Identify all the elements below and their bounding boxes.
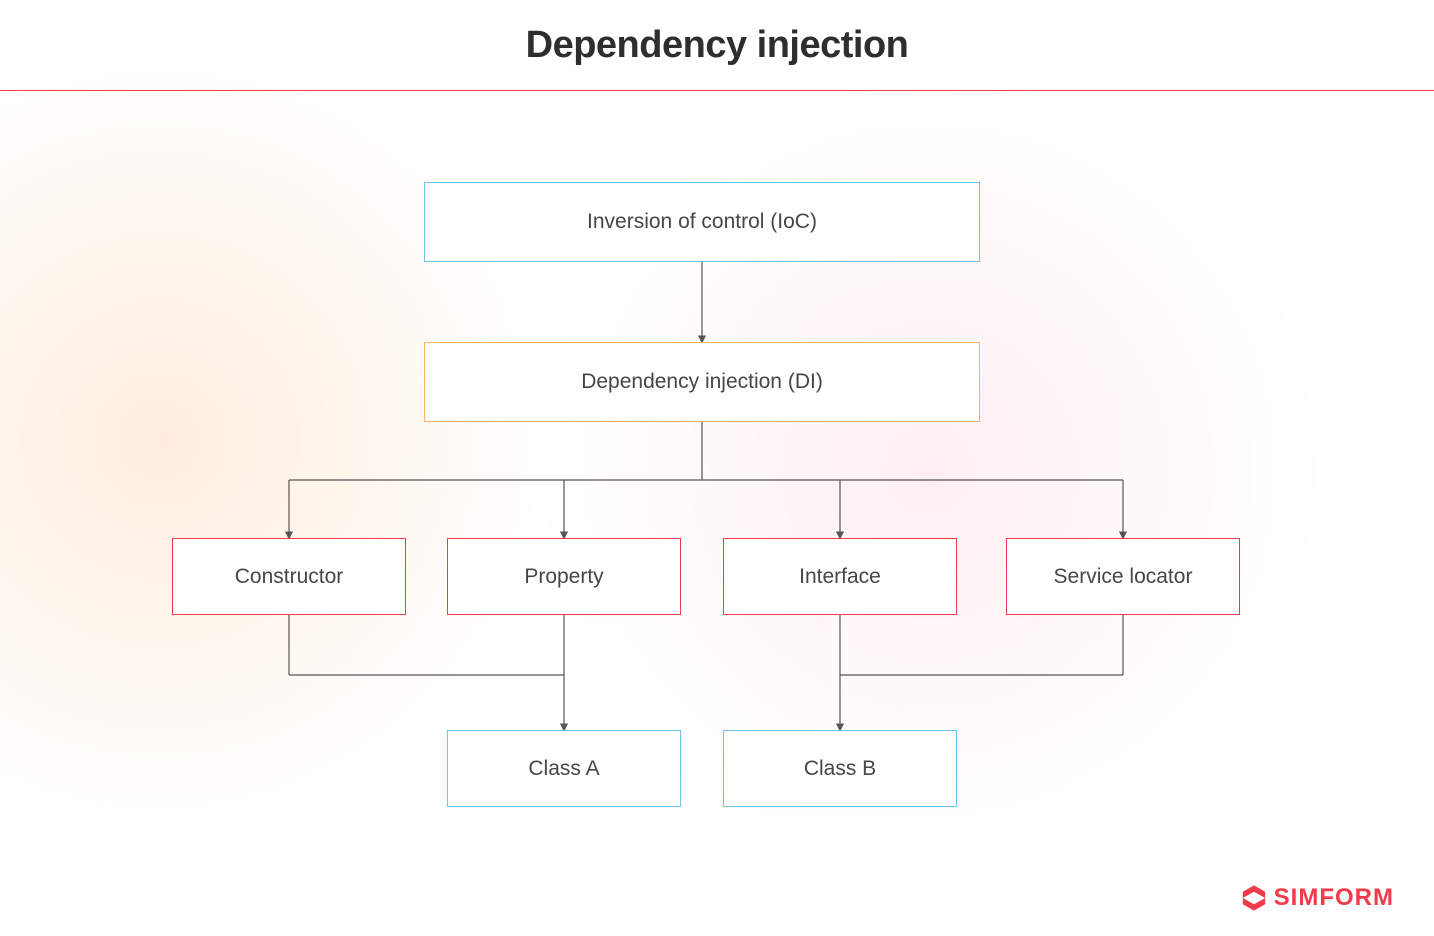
node-property: Property xyxy=(447,538,681,615)
node-service-locator: Service locator xyxy=(1006,538,1240,615)
node-ioc: Inversion of control (IoC) xyxy=(424,182,980,262)
node-class-b: Class B xyxy=(723,730,957,807)
page-title: Dependency injection xyxy=(0,24,1434,67)
node-interface: Interface xyxy=(723,538,957,615)
brand-logo-text: SIMFORM xyxy=(1274,884,1394,912)
brand-logo: SIMFORM xyxy=(1240,884,1394,912)
node-class-a: Class A xyxy=(447,730,681,807)
diagram-canvas: Inversion of control (IoC) Dependency in… xyxy=(0,90,1434,936)
node-constructor: Constructor xyxy=(172,538,406,615)
brand-logo-icon xyxy=(1240,884,1268,912)
node-di: Dependency injection (DI) xyxy=(424,342,980,422)
